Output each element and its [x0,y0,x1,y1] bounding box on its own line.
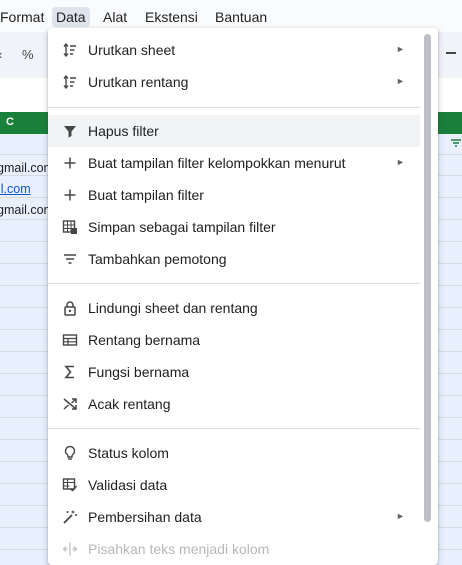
menu-data[interactable]: Data [52,7,90,27]
menu-item-create-group-filter-view[interactable]: Buat tampilan filter kelompokkan menurut… [48,147,420,179]
menu-item-label: Lindungi sheet dan rentang [88,300,258,316]
menu-item-label: Fungsi bernama [88,364,190,380]
submenu-arrow-icon: ► [396,511,405,521]
menu-item-save-as-filter-view[interactable]: Simpan sebagai tampilan filter [48,211,420,243]
menu-item-label: Rentang bernama [88,332,201,348]
menu-item-label: Tambahkan pemotong [88,251,227,267]
plus-icon [62,187,78,203]
menu-format[interactable]: Format [0,7,48,27]
menu-divider [48,428,420,429]
menu-item-label: Acak rentang [88,396,171,412]
menu-item-label: Validasi data [88,477,168,493]
plus-icon [62,155,78,171]
menu-item-sort-sheet[interactable]: Urutkan sheet ► [48,34,420,66]
menu-bantuan[interactable]: Bantuan [211,7,271,27]
sort-icon [62,42,78,58]
table-save-icon [62,219,78,235]
split-columns-icon [62,541,78,557]
column-header-label: C [6,116,14,128]
magic-wand-icon [62,509,78,525]
menu-item-label: Pisahkan teks menjadi kolom [88,541,270,557]
menu-item-randomize-range[interactable]: Acak rentang [48,388,420,420]
menu-item-data-validation[interactable]: Validasi data [48,469,420,501]
menu-ekstensi[interactable]: Ekstensi [141,7,202,27]
sort-icon [62,74,78,90]
data-validation-icon [62,477,78,493]
submenu-arrow-icon: ► [396,44,405,54]
menu-divider [48,283,420,284]
named-range-icon [62,332,78,348]
menu-item-sort-range[interactable]: Urutkan rentang ► [48,66,420,98]
submenu-arrow-icon: ► [396,76,405,86]
menu-scrollbar[interactable] [424,34,431,522]
toolbar-overflow-icon[interactable] [446,52,456,54]
submenu-arrow-icon: ► [396,157,405,167]
menu-item-label: Simpan sebagai tampilan filter [88,219,276,235]
lock-icon [62,300,78,316]
menu-item-create-filter-view[interactable]: Buat tampilan filter [48,179,420,211]
menu-item-protect-sheets[interactable]: Lindungi sheet dan rentang [48,292,420,324]
menu-item-data-cleanup[interactable]: Pembersihan data ► [48,501,420,533]
filter-icon [62,123,78,139]
data-menu-dropdown: Urutkan sheet ► Urutkan rentang ► Hapus … [48,28,438,565]
menu-item-label: Buat tampilan filter [88,187,204,203]
menu-item-label: Buat tampilan filter kelompokkan menurut [88,155,346,171]
menu-item-label: Urutkan rentang [88,74,189,90]
email-cell[interactable]: il.com [0,182,31,196]
menu-item-column-stats[interactable]: Status kolom [48,437,420,469]
email-cell[interactable]: gmail.com [0,161,54,175]
menu-item-label: Hapus filter [88,123,159,139]
menu-item-split-text-to-columns: Pisahkan teks menjadi kolom [48,533,420,565]
menu-alat[interactable]: Alat [99,7,131,27]
menu-item-named-ranges[interactable]: Rentang bernama [48,324,420,356]
menu-item-label: Urutkan sheet [88,42,176,58]
menu-item-label: Status kolom [88,445,169,461]
email-cell[interactable]: gmail.com [0,203,54,217]
shuffle-icon [62,396,78,412]
menu-divider [48,107,420,108]
menu-item-add-slicer[interactable]: Tambahkan pemotong [48,243,420,275]
lightbulb-icon [62,445,78,461]
slicer-icon [62,251,78,267]
sigma-icon [62,364,78,380]
percent-format-button[interactable]: % [22,47,34,62]
menu-item-named-functions[interactable]: Fungsi bernama [48,356,420,388]
menu-item-remove-filter[interactable]: Hapus filter [48,115,420,147]
menu-item-label: Pembersihan data [88,509,202,525]
filter-status-icon[interactable] [451,139,461,147]
toolbar-separator-glyph: ‹ [0,47,2,62]
